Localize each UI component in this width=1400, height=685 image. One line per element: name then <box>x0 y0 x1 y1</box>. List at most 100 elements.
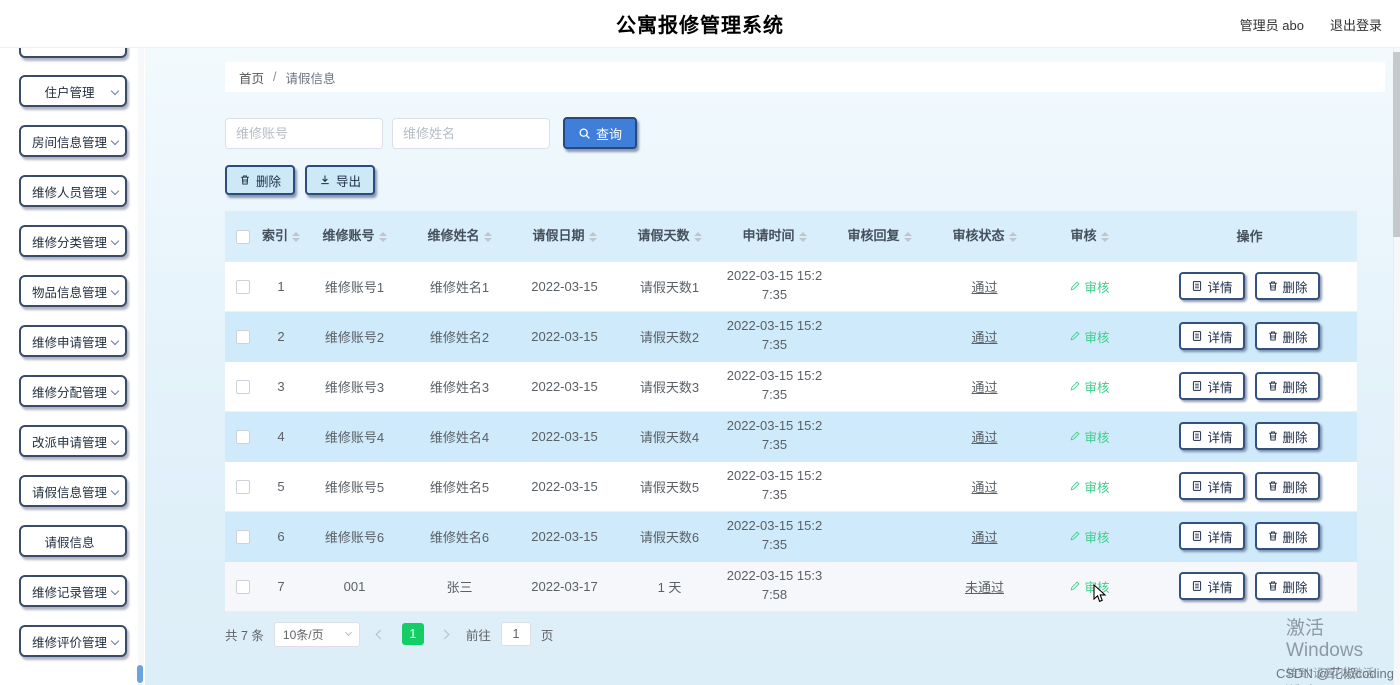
column-header[interactable]: 维修账号 <box>302 211 407 262</box>
select-all-checkbox[interactable] <box>235 229 250 244</box>
trash-icon <box>1267 380 1279 392</box>
cell-review-status: 未通过 <box>932 561 1037 612</box>
chevron-right-icon <box>439 629 450 639</box>
row-delete-button[interactable]: 删除 <box>1254 472 1320 500</box>
detail-button[interactable]: 详情 <box>1179 572 1245 600</box>
review-link[interactable]: 审核 <box>1069 377 1110 396</box>
detail-button[interactable]: 详情 <box>1179 272 1245 300</box>
row-checkbox[interactable] <box>235 279 250 294</box>
review-link[interactable]: 审核 <box>1069 327 1110 346</box>
cell-leave-days: 请假天数4 <box>617 411 722 462</box>
sort-caret-icon[interactable] <box>1008 228 1017 246</box>
sidebar-item[interactable]: 维修人员管理 <box>18 175 127 207</box>
sidebar-item[interactable]: 房间信息管理 <box>18 125 127 157</box>
column-header-label: 审核 <box>1070 228 1097 244</box>
status-text[interactable]: 通过 <box>971 480 997 495</box>
page-scrollbar[interactable] <box>1393 0 1400 685</box>
detail-button[interactable]: 详情 <box>1179 322 1245 350</box>
leave-info-table: 索引 维修账号 维修姓名 请假日期 请假天数 申请时间 审核回复 审核状态 审核 操作 1 维修账号… <box>225 211 1357 612</box>
query-button[interactable]: 查询 <box>563 117 638 149</box>
row-checkbox[interactable] <box>235 579 250 594</box>
detail-button[interactable]: 详情 <box>1179 472 1245 500</box>
column-header[interactable]: 索引 <box>260 211 302 262</box>
column-header[interactable]: 请假天数 <box>617 211 722 262</box>
delete-button[interactable]: 删除 <box>225 165 296 195</box>
trash-icon <box>1267 280 1279 292</box>
status-text[interactable]: 未通过 <box>965 580 1004 595</box>
row-checkbox[interactable] <box>235 529 250 544</box>
breadcrumb-home[interactable]: 首页 <box>239 68 264 87</box>
next-page-button[interactable] <box>434 623 456 645</box>
status-text[interactable]: 通过 <box>971 430 997 445</box>
page-number-1[interactable]: 1 <box>401 623 424 645</box>
column-header[interactable]: 审核状态 <box>932 211 1037 262</box>
status-text[interactable]: 通过 <box>971 330 997 345</box>
row-delete-button[interactable]: 删除 <box>1254 272 1320 300</box>
row-checkbox[interactable] <box>235 429 250 444</box>
row-delete-button[interactable]: 删除 <box>1254 422 1320 450</box>
column-header[interactable]: 维修姓名 <box>407 211 512 262</box>
page-scrollbar-thumb[interactable] <box>1393 52 1400 237</box>
review-link[interactable]: 审核 <box>1069 277 1110 296</box>
sidebar-item[interactable]: 维修申请管理 <box>18 325 127 357</box>
review-link[interactable]: 审核 <box>1069 427 1110 446</box>
main-content: 首页 / 请假信息 查询 删除 导出 <box>145 48 1400 685</box>
sidebar-item[interactable]: 维修评价管理 <box>18 625 127 657</box>
sidebar-item[interactable]: 请假信息管理 <box>18 475 127 507</box>
detail-button[interactable]: 详情 <box>1179 372 1245 400</box>
status-text[interactable]: 通过 <box>971 380 997 395</box>
app-header: 公寓报修管理系统 管理员 abo 退出登录 <box>0 0 1400 48</box>
sidebar-item[interactable]: 住户管理 <box>18 75 127 107</box>
row-checkbox[interactable] <box>235 329 250 344</box>
row-checkbox[interactable] <box>235 379 250 394</box>
sidebar-item[interactable]: 维修分配管理 <box>18 375 127 407</box>
sidebar-scrollbar-thumb[interactable] <box>137 665 143 683</box>
logout-link[interactable]: 退出登录 <box>1330 15 1382 34</box>
status-text[interactable]: 通过 <box>971 530 997 545</box>
page-size-select[interactable]: 10条/页 <box>273 621 360 647</box>
column-header[interactable]: 请假日期 <box>512 211 617 262</box>
page-label: 页 <box>540 628 554 643</box>
sidebar-item-partial[interactable] <box>18 48 127 58</box>
document-icon <box>1191 330 1203 342</box>
row-delete-button[interactable]: 删除 <box>1254 322 1320 350</box>
detail-button[interactable]: 详情 <box>1179 422 1245 450</box>
sort-caret-icon[interactable] <box>483 228 492 246</box>
row-delete-button[interactable]: 删除 <box>1254 522 1320 550</box>
repair-account-input[interactable] <box>225 117 383 149</box>
export-button[interactable]: 导出 <box>305 165 376 195</box>
sidebar-item[interactable]: 物品信息管理 <box>18 275 127 307</box>
review-link[interactable]: 审核 <box>1069 527 1110 546</box>
cell-repair-account: 维修账号1 <box>302 261 407 312</box>
status-text[interactable]: 通过 <box>971 280 997 295</box>
sidebar-item[interactable]: 维修分类管理 <box>18 225 127 257</box>
sort-caret-icon[interactable] <box>588 228 597 246</box>
detail-button[interactable]: 详情 <box>1179 522 1245 550</box>
column-header[interactable]: 审核 <box>1037 211 1142 262</box>
goto-page-input[interactable] <box>500 622 531 646</box>
sort-caret-icon[interactable] <box>1100 228 1109 246</box>
sort-caret-icon[interactable] <box>378 228 387 246</box>
sidebar-item[interactable]: 改派申请管理 <box>18 425 127 457</box>
sort-caret-icon[interactable] <box>292 228 301 246</box>
row-delete-button[interactable]: 删除 <box>1254 372 1320 400</box>
cell-review-status: 通过 <box>932 511 1037 562</box>
column-header[interactable]: 申请时间 <box>722 211 827 262</box>
sidebar-scrollbar[interactable] <box>137 48 144 685</box>
sort-caret-icon[interactable] <box>798 228 807 246</box>
pencil-icon <box>1069 280 1081 292</box>
cell-leave-days: 1 天 <box>617 561 722 612</box>
review-link[interactable]: 审核 <box>1069 477 1110 496</box>
sort-caret-icon[interactable] <box>693 228 702 246</box>
breadcrumb-current: 请假信息 <box>285 71 336 86</box>
trash-icon <box>1267 330 1279 342</box>
row-checkbox[interactable] <box>235 479 250 494</box>
sidebar-item[interactable]: 维修记录管理 <box>18 575 127 607</box>
prev-page-button[interactable] <box>370 623 392 645</box>
repair-name-input[interactable] <box>392 117 550 149</box>
row-delete-button[interactable]: 删除 <box>1254 572 1320 600</box>
cell-index: 6 <box>260 511 302 562</box>
sort-caret-icon[interactable] <box>903 228 912 246</box>
sidebar-subitem-leave-info[interactable]: 请假信息 <box>18 525 127 557</box>
column-header[interactable]: 审核回复 <box>827 211 932 262</box>
